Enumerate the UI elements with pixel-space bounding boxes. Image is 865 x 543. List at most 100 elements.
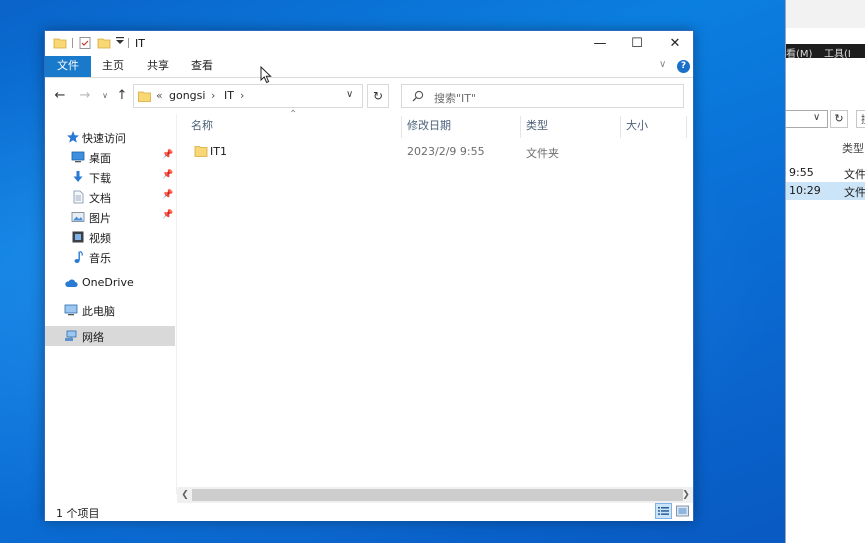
recent-locations-button[interactable]: ∨ [96, 87, 114, 105]
sidebar-item-pictures[interactable]: 图片 📌 [45, 207, 175, 227]
documents-icon [73, 190, 84, 204]
background-list-item[interactable]: 9:55 文件 [786, 164, 865, 182]
breadcrumb-overflow[interactable]: « [156, 89, 163, 102]
file-type: 文件夹 [526, 147, 559, 160]
videos-icon [72, 231, 84, 243]
sidebar-item-downloads[interactable]: 下载 📌 [45, 167, 175, 187]
search-input[interactable]: 搜索"IT" [401, 84, 684, 108]
background-column-type[interactable]: 类型 [842, 140, 864, 156]
pin-icon[interactable]: 📌 [162, 170, 173, 180]
breadcrumb-it[interactable]: IT [224, 89, 234, 102]
quick-access-dropdown[interactable] [115, 36, 125, 49]
divider [72, 38, 73, 48]
column-divider[interactable] [686, 116, 687, 138]
column-header-size[interactable]: 大小 [626, 118, 648, 140]
refresh-button[interactable]: ↻ [367, 84, 389, 108]
bg-row-time: 9:55 [789, 166, 814, 179]
sidebar-item-documents[interactable]: 文档 📌 [45, 187, 175, 207]
chevron-right-icon[interactable]: › [211, 89, 215, 102]
navigation-pane: 快速访问 桌面 📌 下载 📌 文档 📌 图片 📌 视频 音乐 OneDrive … [45, 114, 175, 494]
sidebar-item-videos[interactable]: 视频 [45, 227, 175, 247]
file-name: IT1 [210, 145, 227, 158]
details-view-button[interactable] [655, 503, 672, 519]
download-icon [73, 171, 83, 182]
background-refresh-button[interactable]: ↻ [830, 110, 848, 128]
large-icons-view-icon[interactable] [675, 504, 690, 518]
item-count: 1 个项目 [56, 507, 100, 520]
navigation-bar: ← → ∨ ↑ « gongsi › IT › ∨ ↻ 搜索"IT" [45, 78, 693, 114]
chevron-right-icon[interactable]: › [240, 89, 244, 102]
sidebar-item-label: 下载 [89, 172, 111, 185]
up-button[interactable]: ↑ [113, 87, 131, 105]
expand-ribbon-icon[interactable]: ∨ [659, 59, 666, 70]
background-window-titlebar[interactable] [786, 0, 865, 28]
sidebar-item-quick-access[interactable]: 快速访问 [45, 127, 175, 147]
help-icon[interactable]: ? [677, 60, 690, 73]
tab-file[interactable]: 文件 [45, 56, 91, 77]
sidebar-item-label: 视频 [89, 232, 111, 245]
music-icon [74, 250, 83, 263]
column-header-name[interactable]: 名称 [191, 118, 213, 140]
file-list[interactable]: ⌃ 名称 修改日期 类型 大小 IT1 2023/2/9 9:55 文件夹 [177, 109, 693, 484]
address-bar[interactable]: « gongsi › IT › ∨ [133, 84, 363, 108]
back-button[interactable]: ← [51, 87, 69, 105]
column-header-type[interactable]: 类型 [526, 118, 548, 140]
pin-icon[interactable]: 📌 [162, 210, 173, 220]
sidebar-item-desktop[interactable]: 桌面 📌 [45, 147, 175, 167]
search-icon [412, 90, 424, 102]
tab-view[interactable]: 查看 [184, 56, 220, 77]
column-divider[interactable] [620, 116, 621, 138]
forward-button[interactable]: → [76, 87, 94, 105]
column-header-date-modified[interactable]: 修改日期 [407, 118, 451, 140]
breadcrumb-gongsi[interactable]: gongsi [169, 89, 205, 102]
scrollbar-thumb[interactable] [192, 489, 683, 501]
background-window-menubar: 看(M) 工具(I [786, 44, 865, 60]
details-view-icon [658, 507, 669, 515]
column-divider[interactable] [401, 116, 402, 138]
horizontal-scrollbar[interactable]: ❮ ❯ [177, 487, 693, 503]
scroll-left-icon[interactable]: ❮ [178, 488, 192, 502]
background-window-toolbar [786, 58, 865, 108]
new-folder-icon[interactable] [97, 36, 111, 50]
search-placeholder: 搜索"IT" [434, 92, 477, 105]
sidebar-item-label: 快速访问 [82, 132, 126, 145]
title-bar[interactable]: IT — ☐ ✕ [45, 31, 693, 56]
sidebar-item-music[interactable]: 音乐 [45, 247, 175, 267]
status-bar: 1 个项目 [45, 503, 693, 521]
folder-icon [194, 146, 208, 157]
tab-share[interactable]: 共享 [140, 56, 176, 77]
cloud-icon [65, 279, 78, 288]
sidebar-item-label: OneDrive [82, 276, 134, 289]
background-search-input[interactable]: 搜 [856, 110, 865, 128]
background-window[interactable]: 看(M) 工具(I ∨ ↻ 搜 类型 9:55 文件 10:29 文件 [785, 0, 865, 543]
minimize-button[interactable]: — [581, 31, 619, 56]
sidebar-item-network[interactable]: 网络 [45, 326, 175, 346]
folder-icon [138, 91, 151, 102]
properties-icon[interactable] [78, 36, 92, 50]
sidebar-item-label: 文档 [89, 192, 111, 205]
sidebar-item-label: 桌面 [89, 152, 111, 165]
star-icon [67, 131, 79, 143]
sidebar-item-label: 音乐 [89, 252, 111, 265]
background-list-item-selected[interactable]: 10:29 文件 [786, 182, 865, 200]
pin-icon[interactable]: 📌 [162, 150, 173, 160]
close-button[interactable]: ✕ [656, 31, 694, 56]
maximize-button[interactable]: ☐ [618, 31, 656, 56]
sort-ascending-icon: ⌃ [289, 109, 298, 120]
file-explorer-window[interactable]: IT — ☐ ✕ 文件 主页 共享 查看 ∨ ? ← → ∨ ↑ « gongs… [44, 30, 694, 521]
network-icon [65, 330, 77, 341]
bg-row-time: 10:29 [789, 184, 821, 197]
pin-icon[interactable]: 📌 [162, 190, 173, 200]
file-date-modified: 2023/2/9 9:55 [407, 145, 485, 158]
bg-row-type: 文件 [844, 186, 865, 199]
scroll-right-icon[interactable]: ❯ [679, 488, 693, 502]
column-divider[interactable] [520, 116, 521, 138]
sidebar-item-this-pc[interactable]: 此电脑 [45, 300, 175, 320]
chevron-down-icon[interactable]: ∨ [346, 89, 353, 100]
sidebar-item-onedrive[interactable]: OneDrive [45, 273, 175, 293]
tab-home[interactable]: 主页 [95, 56, 131, 77]
list-item[interactable]: IT1 2023/2/9 9:55 文件夹 [189, 142, 687, 162]
background-address-combo[interactable]: ∨ [786, 110, 828, 128]
window-title: IT [135, 37, 145, 50]
chevron-down-icon: ∨ [813, 112, 821, 123]
